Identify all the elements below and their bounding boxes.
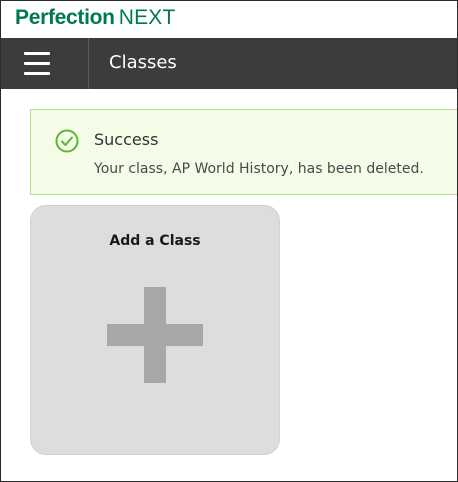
page-title: Classes: [109, 52, 177, 73]
top-nav: Classes: [1, 38, 457, 89]
app-window: Perfection NEXT Classes Success Your clas…: [0, 0, 458, 482]
success-alert: Success Your class, AP World History, ha…: [30, 109, 457, 195]
brand-name: Perfection: [15, 6, 115, 29]
brand-suffix: NEXT: [118, 6, 176, 29]
alert-message: Your class, AP World History, has been d…: [94, 161, 424, 177]
brand-logo: Perfection NEXT: [15, 6, 176, 30]
menu-button[interactable]: [1, 38, 89, 89]
check-circle-icon: [55, 129, 79, 153]
add-class-label: Add a Class: [109, 233, 201, 249]
logo-bar: Perfection NEXT: [1, 1, 457, 38]
add-class-card[interactable]: Add a Class: [30, 205, 280, 455]
alert-title: Success: [94, 130, 159, 149]
